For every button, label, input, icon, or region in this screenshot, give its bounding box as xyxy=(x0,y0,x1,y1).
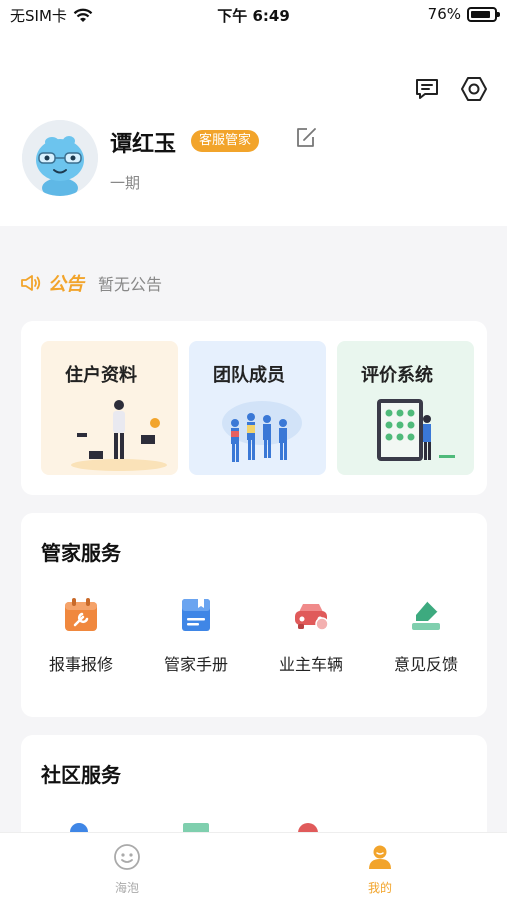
megaphone-icon xyxy=(21,275,41,291)
battery-fill xyxy=(471,10,490,18)
butler-services-card: 管家服务 报事报修 管家手册 业主车辆 意见反馈 xyxy=(21,513,487,717)
role-badge: 客服管家 xyxy=(191,130,260,152)
car-icon xyxy=(295,604,329,631)
team-illustration-icon xyxy=(222,401,302,462)
tile-label: 住户资料 xyxy=(65,365,137,386)
tab-haipao[interactable]: 海泡 xyxy=(87,843,167,896)
status-right: 76% xyxy=(427,5,500,23)
rating-illustration-icon xyxy=(377,399,455,461)
quick-tiles-card: 住户资料 团队成员 评价系统 xyxy=(21,321,487,495)
service-label: 业主车辆 xyxy=(278,655,343,674)
battery-icon xyxy=(467,6,500,22)
service-repair[interactable]: 报事报修 xyxy=(31,595,131,675)
service-handbook[interactable]: 管家手册 xyxy=(146,595,246,675)
user-name: 谭红玉 xyxy=(110,132,177,157)
repair-calendar-icon xyxy=(65,598,97,631)
profile-header: 谭红玉 客服管家 一期 xyxy=(0,30,507,226)
tile-team-members[interactable]: 团队成员 xyxy=(189,341,326,475)
handbook-icon xyxy=(182,599,210,631)
robot-avatar-icon xyxy=(22,120,98,196)
service-label: 意见反馈 xyxy=(393,655,458,674)
edit-icon[interactable] xyxy=(294,126,318,150)
battery-percent: 76% xyxy=(427,5,461,23)
section-title: 管家服务 xyxy=(41,541,121,565)
feedback-icon xyxy=(412,600,440,630)
notice-text: 暂无公告 xyxy=(98,275,163,294)
tile-resident-info[interactable]: 住户资料 xyxy=(41,341,178,475)
tab-label: 我的 xyxy=(367,881,392,895)
service-label: 管家手册 xyxy=(163,655,228,674)
tile-label: 团队成员 xyxy=(213,365,285,386)
tab-bar: 海泡 我的 xyxy=(0,832,507,900)
resident-illustration-icon xyxy=(71,400,167,471)
tile-label: 评价系统 xyxy=(361,365,433,386)
tile-rating-system[interactable]: 评价系统 xyxy=(337,341,474,475)
tab-mine[interactable]: 我的 xyxy=(340,843,420,896)
status-bar: 无SIM卡 下午 6:49 76% xyxy=(0,0,507,30)
message-icon[interactable] xyxy=(412,74,442,104)
user-subtitle: 一期 xyxy=(110,174,141,192)
smile-icon xyxy=(114,844,140,870)
notice-bar[interactable]: 公告 暂无公告 xyxy=(20,270,162,296)
notice-title: 公告 xyxy=(48,274,84,295)
profile-icon xyxy=(369,845,391,869)
section-title: 社区服务 xyxy=(41,763,121,787)
avatar[interactable] xyxy=(22,120,98,196)
service-vehicles[interactable]: 业主车辆 xyxy=(261,595,361,675)
settings-icon[interactable] xyxy=(459,74,489,104)
service-label: 报事报修 xyxy=(48,655,113,674)
service-feedback[interactable]: 意见反馈 xyxy=(376,595,476,675)
tab-label: 海泡 xyxy=(114,881,139,895)
